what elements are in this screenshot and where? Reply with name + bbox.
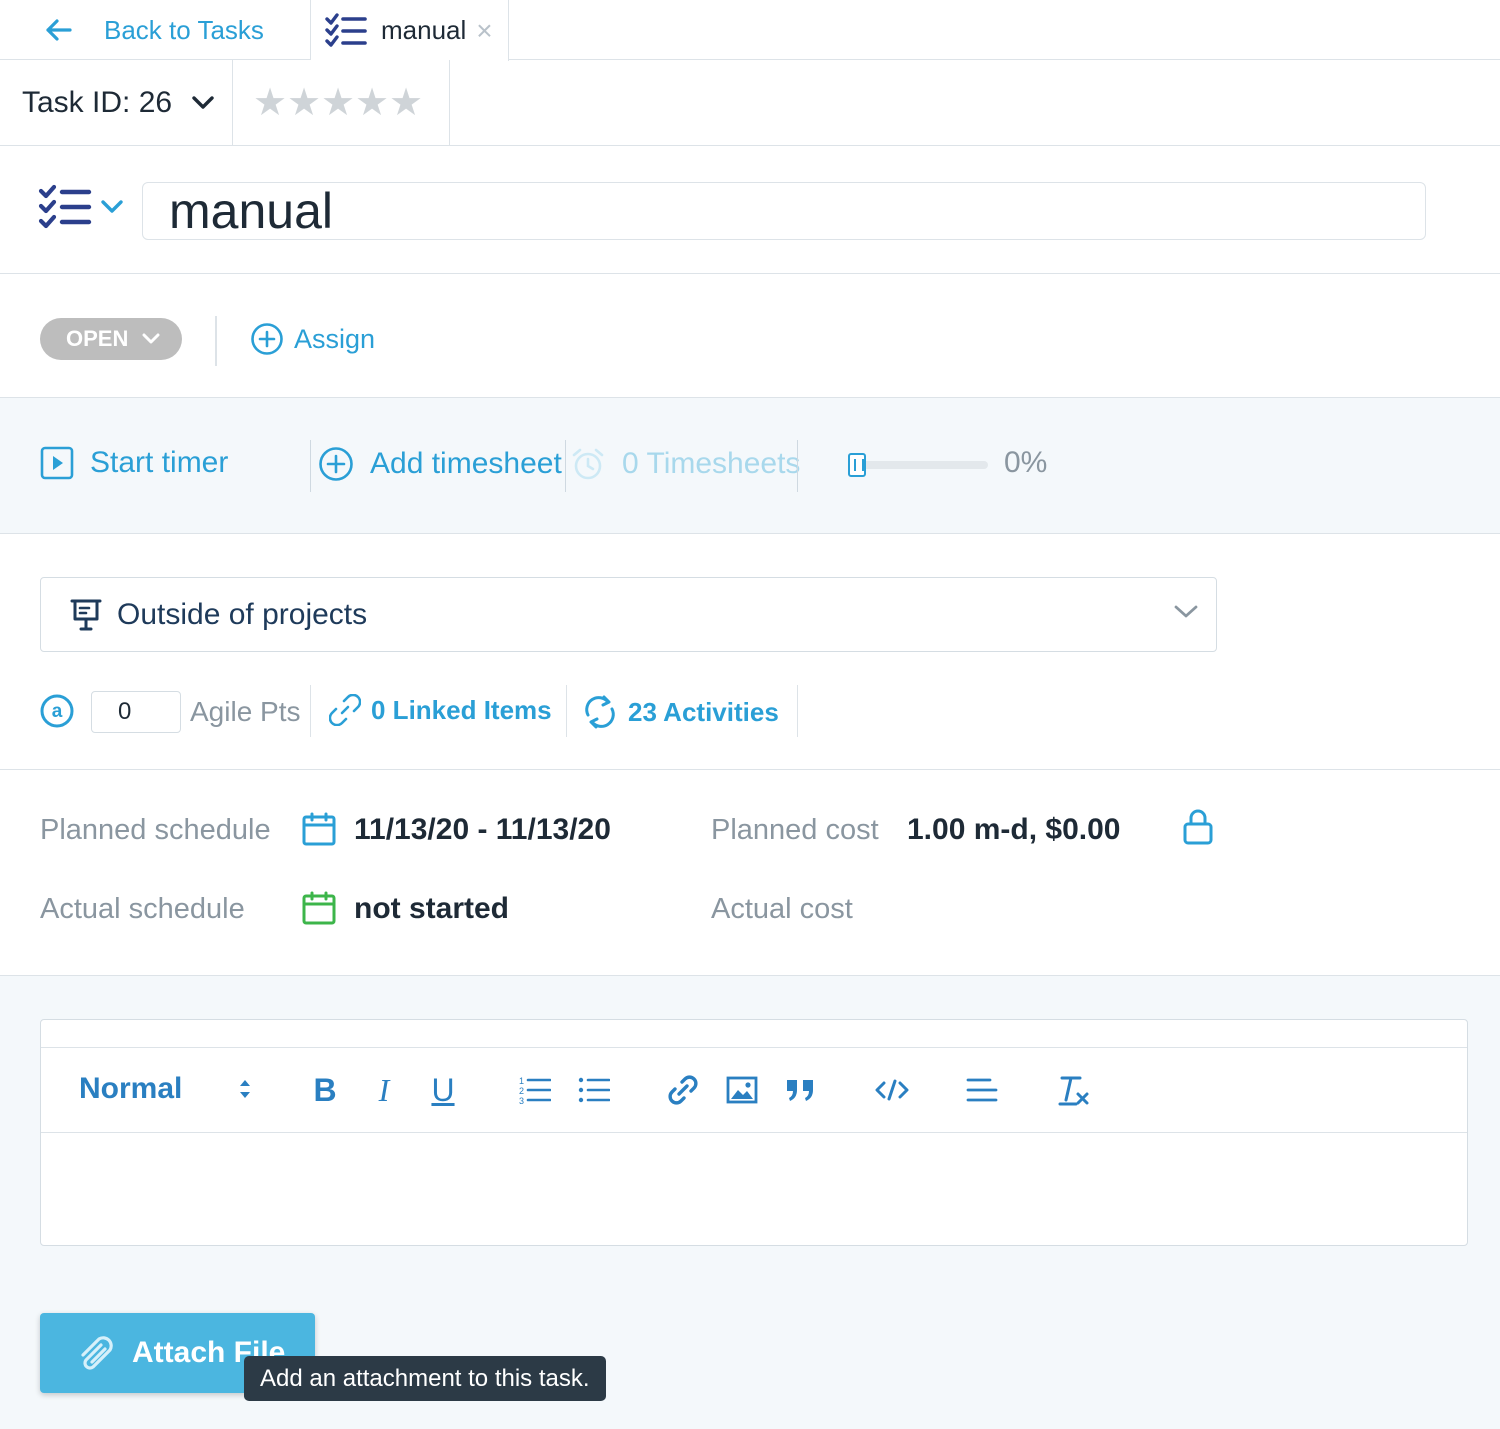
plus-circle-icon: [250, 322, 284, 356]
blockquote-icon[interactable]: [781, 1070, 821, 1110]
task-id-label: Task ID: 26: [22, 86, 173, 119]
add-timesheet-label: Add timesheet: [370, 447, 562, 480]
star-icon[interactable]: ★: [389, 84, 423, 122]
description-section: Normal B I U 123 Attach File Add an atta…: [0, 976, 1500, 1429]
linked-items-link[interactable]: 0 Linked Items: [329, 694, 552, 726]
status-row: OPEN Assign: [0, 274, 1500, 398]
chevron-down-icon: [172, 96, 214, 110]
link-icon[interactable]: [663, 1070, 703, 1110]
divider: [797, 685, 798, 737]
code-icon[interactable]: [872, 1070, 912, 1110]
assign-button[interactable]: Assign: [250, 322, 375, 356]
star-icon[interactable]: ★: [355, 84, 389, 122]
divider: [310, 440, 311, 492]
add-timesheet-button[interactable]: Add timesheet: [318, 446, 562, 482]
rating-stars: ★ ★ ★ ★ ★: [233, 60, 450, 146]
refresh-icon: [582, 694, 618, 730]
planned-schedule-value[interactable]: 11/13/20 - 11/13/20: [354, 813, 611, 847]
svg-text:1: 1: [519, 1076, 524, 1086]
title-row: [0, 146, 1500, 274]
tab-bar: Back to Tasks manual ×: [0, 0, 1500, 61]
play-square-icon: [40, 446, 74, 480]
project-dropdown[interactable]: Outside of projects: [40, 577, 1217, 652]
editor-toolbar: Normal B I U 123: [41, 1048, 1467, 1133]
plus-circle-icon: [318, 446, 354, 482]
star-icon[interactable]: ★: [253, 84, 287, 122]
assign-label: Assign: [294, 323, 376, 354]
agile-points-icon: a: [40, 694, 76, 730]
tab-manual-label: manual: [381, 15, 467, 45]
svg-text:3: 3: [519, 1096, 524, 1105]
calendar-icon[interactable]: [302, 891, 336, 925]
linked-items-label: 0 Linked Items: [371, 694, 552, 725]
progress-percent-label: 0%: [1004, 446, 1048, 479]
bold-button[interactable]: B: [305, 1070, 345, 1110]
star-icon[interactable]: ★: [287, 84, 321, 122]
divider: [797, 440, 798, 492]
planned-cost-value[interactable]: 1.00 m-d, $0.00: [907, 813, 1120, 847]
progress-track: [848, 461, 988, 469]
project-section: Outside of projects a Agile Pts 0 Linked…: [0, 534, 1500, 770]
attach-tooltip: Add an attachment to this task.: [244, 1356, 606, 1401]
task-title-input[interactable]: [142, 182, 1426, 240]
status-dropdown[interactable]: OPEN: [40, 318, 182, 360]
task-id-row: Task ID: 26 ★ ★ ★ ★ ★: [0, 60, 1500, 146]
actual-schedule-value[interactable]: not started: [354, 892, 509, 926]
start-timer-label: Start timer: [90, 446, 229, 479]
format-select[interactable]: Normal: [79, 1072, 182, 1106]
chevron-down-icon: [1174, 604, 1198, 620]
tab-manual[interactable]: manual ×: [311, 0, 509, 61]
svg-text:a: a: [52, 701, 63, 722]
editor-content-area[interactable]: [41, 1134, 1467, 1246]
clear-format-icon[interactable]: [1053, 1070, 1093, 1110]
chevron-down-icon: [142, 333, 160, 345]
lock-icon[interactable]: [1182, 808, 1214, 846]
timesheets-label: 0 Timesheets: [622, 447, 801, 480]
start-timer-button[interactable]: Start timer: [40, 446, 228, 480]
presentation-board-icon: [69, 598, 103, 632]
back-to-tasks-label: Back to Tasks: [104, 14, 264, 45]
actual-schedule-label: Actual schedule: [40, 893, 245, 925]
back-to-tasks-tab[interactable]: Back to Tasks: [0, 0, 311, 60]
paperclip-icon: [78, 1336, 116, 1370]
svg-text:2: 2: [519, 1086, 524, 1096]
divider: [566, 685, 567, 737]
close-tab-icon[interactable]: ×: [476, 16, 492, 45]
checklist-icon: [38, 184, 92, 230]
bullet-list-icon[interactable]: [574, 1070, 614, 1110]
status-label: OPEN: [66, 326, 129, 351]
divider: [310, 685, 311, 737]
divider: [215, 316, 217, 366]
up-down-arrows-icon[interactable]: [237, 1076, 253, 1102]
chevron-down-icon: [100, 199, 124, 215]
planned-cost-label: Planned cost: [711, 814, 879, 846]
planned-schedule-label: Planned schedule: [40, 814, 271, 846]
checklist-icon: [325, 12, 367, 49]
italic-button[interactable]: I: [364, 1070, 404, 1110]
link-icon: [329, 694, 361, 726]
underline-button[interactable]: U: [423, 1070, 463, 1110]
calendar-icon[interactable]: [302, 812, 336, 846]
arrow-left-icon: [44, 18, 72, 42]
timer-row: Start timer Add timesheet 0 Timesheets 0…: [0, 398, 1500, 534]
rich-text-editor: Normal B I U 123: [40, 1019, 1468, 1246]
task-id-dropdown[interactable]: Task ID: 26: [0, 60, 233, 146]
agile-points-label: Agile Pts: [190, 696, 301, 727]
activities-link[interactable]: 23 Activities: [582, 694, 779, 730]
divider: [565, 440, 566, 492]
align-left-icon[interactable]: [962, 1070, 1002, 1110]
timesheets-link[interactable]: 0 Timesheets: [570, 446, 800, 482]
project-label: Outside of projects: [117, 597, 368, 631]
alarm-clock-icon: [570, 446, 606, 482]
star-icon[interactable]: ★: [321, 84, 355, 122]
schedule-section: Planned schedule 11/13/20 - 11/13/20 Pla…: [0, 770, 1500, 976]
activities-label: 23 Activities: [628, 696, 779, 727]
agile-points-input[interactable]: [91, 691, 181, 733]
image-icon[interactable]: [722, 1070, 762, 1110]
task-type-selector[interactable]: [38, 184, 124, 230]
ordered-list-icon[interactable]: 123: [515, 1070, 555, 1110]
actual-cost-label: Actual cost: [711, 893, 853, 925]
progress-slider-handle[interactable]: [848, 453, 866, 477]
